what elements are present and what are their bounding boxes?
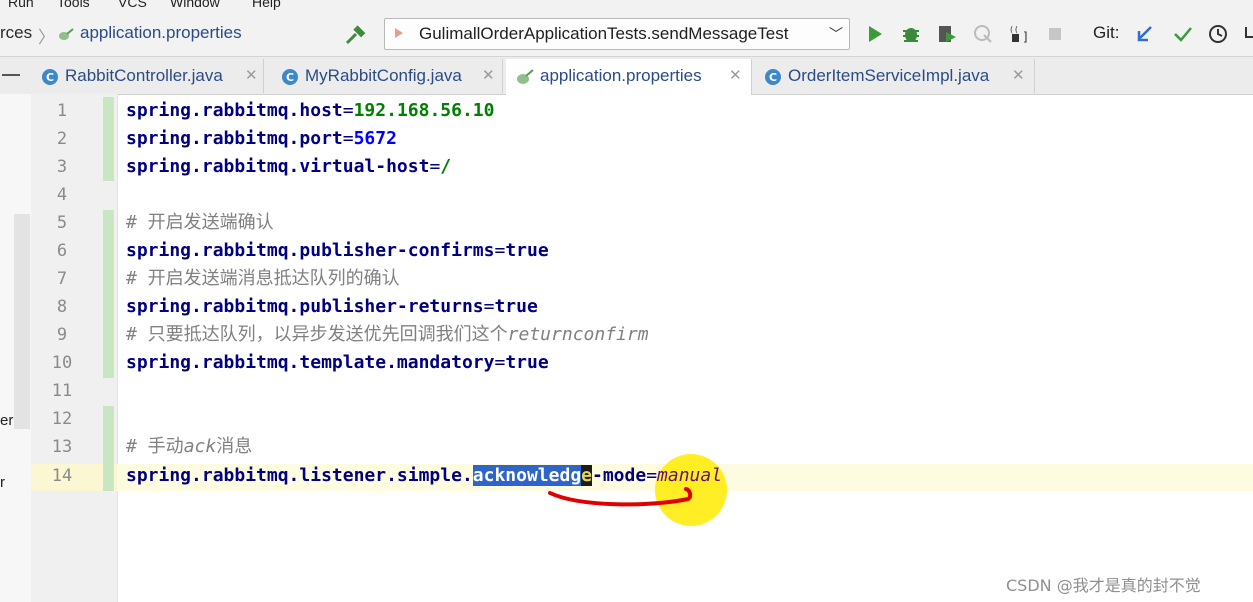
code-comment-line-9[interactable]: # 只要抵达队列，以异步发送优先回调我们这个returnconfirm xyxy=(126,321,649,349)
git-rollback-icon[interactable] xyxy=(1240,23,1253,45)
svg-text:C: C xyxy=(769,71,777,84)
watermark: CSDN @我才是真的封不觉 xyxy=(1006,576,1201,595)
test-config-icon xyxy=(395,28,403,38)
line-number: 1 xyxy=(56,101,68,121)
code-line-3[interactable]: spring.rabbitmq.virtual-host=/ xyxy=(126,153,451,181)
tab-rabbit-controller[interactable]: C RabbitController.java ✕ xyxy=(31,59,264,93)
navigation-toolbar: rces 〉 application.properties GulimallOr… xyxy=(0,12,1253,57)
line-number: 8 xyxy=(56,297,68,317)
editor-tab-bar: C RabbitController.java ✕ C MyRabbitConf… xyxy=(0,57,1253,95)
code-line-6[interactable]: spring.rabbitmq.publisher-confirms=true xyxy=(126,237,549,265)
line-number: 4 xyxy=(56,185,68,205)
profile-icon[interactable] xyxy=(972,23,994,45)
git-update-icon[interactable] xyxy=(1134,23,1156,45)
project-panel-text-fragment: er xyxy=(0,412,14,429)
java-class-icon: C xyxy=(282,69,298,85)
red-underline-annotation xyxy=(548,487,693,507)
git-history-icon[interactable] xyxy=(1207,23,1229,45)
chevron-down-icon: ﹀ xyxy=(829,27,843,43)
menu-run[interactable]: Run xyxy=(8,0,34,10)
attach-debugger-icon[interactable]: ((] xyxy=(1008,23,1030,45)
code-comment-line-13[interactable]: # 手动ack消息 xyxy=(126,433,252,461)
svg-text:((: (( xyxy=(1009,25,1019,34)
collapse-icon[interactable] xyxy=(2,74,20,76)
code-line-1[interactable]: spring.rabbitmq.host=192.168.56.10 xyxy=(126,97,494,125)
tab-order-item-service-impl[interactable]: C OrderItemServiceImpl.java ✕ xyxy=(754,59,1035,93)
git-label: Git: xyxy=(1093,23,1120,42)
line-number: 13 xyxy=(51,437,73,457)
svg-text:]: ] xyxy=(1022,30,1029,44)
tab-my-rabbit-config[interactable]: C MyRabbitConfig.java ✕ xyxy=(271,59,503,93)
left-tool-strip: er r xyxy=(0,94,32,602)
properties-file-icon xyxy=(517,69,534,84)
code-comment-line-7[interactable]: # 开启发送端消息抵达队列的确认 xyxy=(126,265,400,293)
run-configuration-select[interactable]: GulimallOrderApplicationTests.sendMessag… xyxy=(384,18,850,50)
menu-tools[interactable]: Tools xyxy=(57,0,90,10)
line-number: 14 xyxy=(51,466,73,486)
code-comment-line-5[interactable]: # 开启发送端确认 xyxy=(126,209,274,237)
line-number: 11 xyxy=(51,381,73,401)
close-icon[interactable]: ✕ xyxy=(1012,66,1025,84)
vcs-change-marker[interactable] xyxy=(103,97,114,181)
run-with-coverage-icon[interactable] xyxy=(936,23,958,45)
text-selection: acknowledg xyxy=(472,465,582,486)
close-icon[interactable]: ✕ xyxy=(482,66,495,84)
tool-window-stripe[interactable] xyxy=(14,214,30,429)
breadcrumb-file[interactable]: application.properties xyxy=(80,23,242,43)
build-hammer-icon[interactable] xyxy=(344,25,368,47)
stop-icon[interactable] xyxy=(1044,23,1066,45)
code-line-10[interactable]: spring.rabbitmq.template.mandatory=true xyxy=(126,349,549,377)
code-line-2[interactable]: spring.rabbitmq.port=5672 xyxy=(126,125,397,153)
close-icon[interactable]: ✕ xyxy=(245,66,258,84)
tab-label: OrderItemServiceImpl.java xyxy=(788,66,990,85)
line-number: 9 xyxy=(56,325,68,345)
line-number: 6 xyxy=(56,241,68,261)
menu-bar: Run Tools VCS Window Help xyxy=(0,0,1253,12)
properties-file-icon xyxy=(59,28,74,40)
breadcrumb-resources[interactable]: rces xyxy=(0,23,32,43)
tab-application-properties[interactable]: application.properties ✕ xyxy=(506,59,752,95)
text-caret: e xyxy=(581,465,592,486)
line-number: 12 xyxy=(51,409,73,429)
svg-text:C: C xyxy=(46,71,54,84)
menu-vcs[interactable]: VCS xyxy=(118,0,147,10)
close-icon[interactable]: ✕ xyxy=(729,66,742,84)
line-number: 7 xyxy=(56,269,68,289)
java-class-icon: C xyxy=(765,69,781,85)
tab-label: MyRabbitConfig.java xyxy=(305,66,462,85)
run-configuration-name: GulimallOrderApplicationTests.sendMessag… xyxy=(419,24,789,43)
git-commit-icon[interactable] xyxy=(1172,23,1194,45)
tab-label: application.properties xyxy=(540,66,702,85)
menu-window[interactable]: Window xyxy=(170,0,220,10)
line-number: 10 xyxy=(51,353,73,373)
code-line-8[interactable]: spring.rabbitmq.publisher-returns=true xyxy=(126,293,538,321)
line-number: 5 xyxy=(56,213,68,233)
breadcrumb-separator-icon: 〉 xyxy=(38,28,55,47)
menu-help[interactable]: Help xyxy=(252,0,281,10)
svg-text:C: C xyxy=(286,71,294,84)
vcs-change-marker[interactable] xyxy=(103,406,114,491)
tab-label: RabbitController.java xyxy=(65,66,223,85)
vcs-change-marker[interactable] xyxy=(103,210,114,378)
project-panel-text-fragment: r xyxy=(0,474,5,491)
run-icon[interactable] xyxy=(864,23,886,45)
java-class-icon: C xyxy=(42,69,58,85)
debug-icon[interactable] xyxy=(900,23,922,45)
line-number: 3 xyxy=(56,157,68,177)
line-number: 2 xyxy=(56,129,68,149)
